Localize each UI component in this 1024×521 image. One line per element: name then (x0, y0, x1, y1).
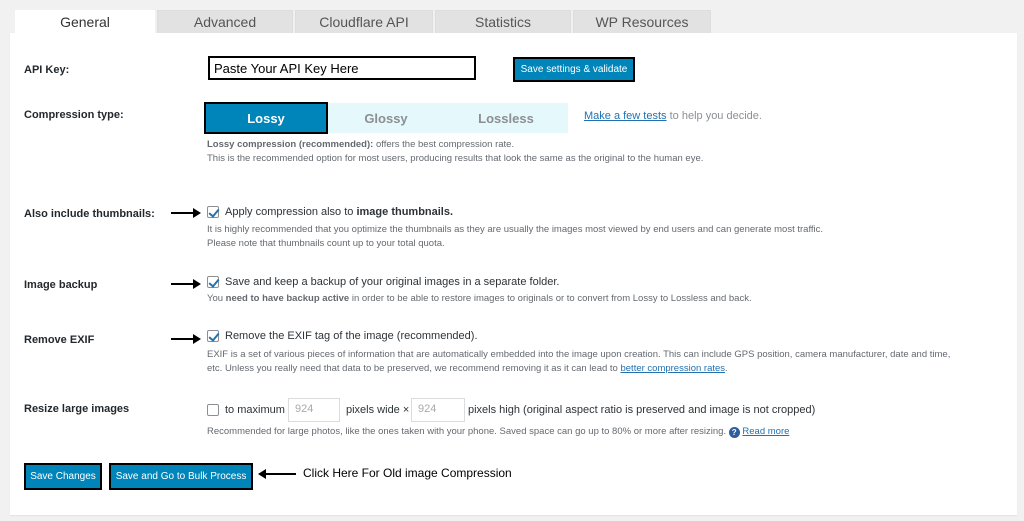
compression-help-line2: This is the recommended option for most … (207, 153, 704, 164)
exif-checkbox[interactable] (207, 330, 219, 342)
backup-help: You need to have backup active in order … (207, 292, 987, 306)
resize-wide-text: pixels wide × (346, 404, 410, 416)
compression-option-lossy[interactable]: Lossy (204, 102, 328, 134)
resize-to-max-text: to maximum (225, 404, 285, 416)
tests-hint: Make a few tests to help you decide. (584, 110, 762, 122)
thumbnails-text: Apply compression also to image thumbnai… (225, 206, 453, 218)
tab-advanced[interactable]: Advanced (157, 10, 293, 33)
backup-checkbox[interactable] (207, 276, 219, 288)
api-key-input[interactable]: Paste Your API Key Here (208, 56, 476, 80)
exif-text: Remove the EXIF tag of the image (recomm… (225, 330, 478, 342)
compression-help: Lossy compression (recommended): offers … (207, 138, 987, 166)
resize-high-text: pixels high (original aspect ratio is pr… (468, 404, 816, 416)
thumbnails-help-line2: Please note that thumbnails count up to … (207, 238, 445, 249)
settings-tabs: General Advanced Cloudflare API Statisti… (15, 10, 713, 33)
api-key-label: API Key: (24, 64, 70, 76)
old-compression-annotation: Click Here For Old image Compression (303, 466, 512, 480)
resize-help: Recommended for large photos, like the o… (207, 425, 997, 439)
exif-help-line2: etc. Unless you really need that data to… (207, 362, 997, 376)
save-bulk-process-button[interactable]: Save and Go to Bulk Process (109, 463, 253, 490)
tests-hint-suffix: to help you decide. (669, 110, 762, 122)
exif-help-line2-prefix: etc. Unless you really need that data to… (207, 363, 618, 374)
tab-wp-resources[interactable]: WP Resources (573, 10, 711, 33)
backup-label: Image backup (24, 279, 98, 291)
tab-general[interactable]: General (15, 10, 155, 33)
annotation-arrow-icon (171, 334, 201, 344)
make-tests-link[interactable]: Make a few tests (584, 110, 667, 122)
save-changes-button[interactable]: Save Changes (24, 463, 102, 490)
compression-type-selector: Lossy Glossy Lossless (204, 102, 568, 134)
tab-statistics[interactable]: Statistics (435, 10, 571, 33)
backup-text: Save and keep a backup of your original … (225, 276, 560, 288)
exif-help-line2-suffix: . (725, 363, 728, 374)
thumbnails-help: It is highly recommended that you optimi… (207, 223, 987, 251)
thumbnails-label: Also include thumbnails: (24, 208, 155, 220)
backup-help-rest: in order to be able to restore images to… (351, 293, 752, 304)
thumbnails-text-prefix: Apply compression also to (225, 206, 354, 218)
better-compression-link[interactable]: better compression rates (620, 363, 725, 374)
exif-help: EXIF is a set of various pieces of infor… (207, 348, 997, 376)
annotation-arrow-icon (171, 279, 201, 289)
annotation-arrow-icon (171, 208, 201, 218)
read-more-link[interactable]: Read more (742, 426, 789, 437)
backup-help-prefix: You (207, 293, 224, 304)
tab-cloudflare-api[interactable]: Cloudflare API (295, 10, 433, 33)
resize-help-text: Recommended for large photos, like the o… (207, 426, 727, 437)
resize-checkbox[interactable] (207, 404, 219, 416)
compression-option-glossy[interactable]: Glossy (328, 103, 444, 133)
annotation-arrow-icon (258, 469, 296, 479)
compression-type-label: Compression type: (24, 109, 124, 121)
thumbnails-text-bold: image thumbnails. (356, 206, 454, 218)
resize-label: Resize large images (24, 403, 130, 415)
resize-width-input[interactable]: 924 (288, 398, 340, 422)
save-validate-button[interactable]: Save settings & validate (513, 57, 635, 82)
compression-help-rest: offers the best compression rate. (375, 139, 515, 150)
backup-help-bold: need to have backup active (225, 293, 350, 304)
thumbnails-help-line1: It is highly recommended that you optimi… (207, 224, 824, 235)
compression-help-bold: Lossy compression (recommended): (207, 139, 374, 150)
exif-help-line1: EXIF is a set of various pieces of infor… (207, 349, 951, 360)
compression-option-lossless[interactable]: Lossless (444, 103, 568, 133)
exif-label: Remove EXIF (24, 334, 95, 346)
help-icon: ? (728, 427, 740, 438)
thumbnails-checkbox[interactable] (207, 206, 219, 218)
resize-height-input[interactable]: 924 (411, 398, 465, 422)
